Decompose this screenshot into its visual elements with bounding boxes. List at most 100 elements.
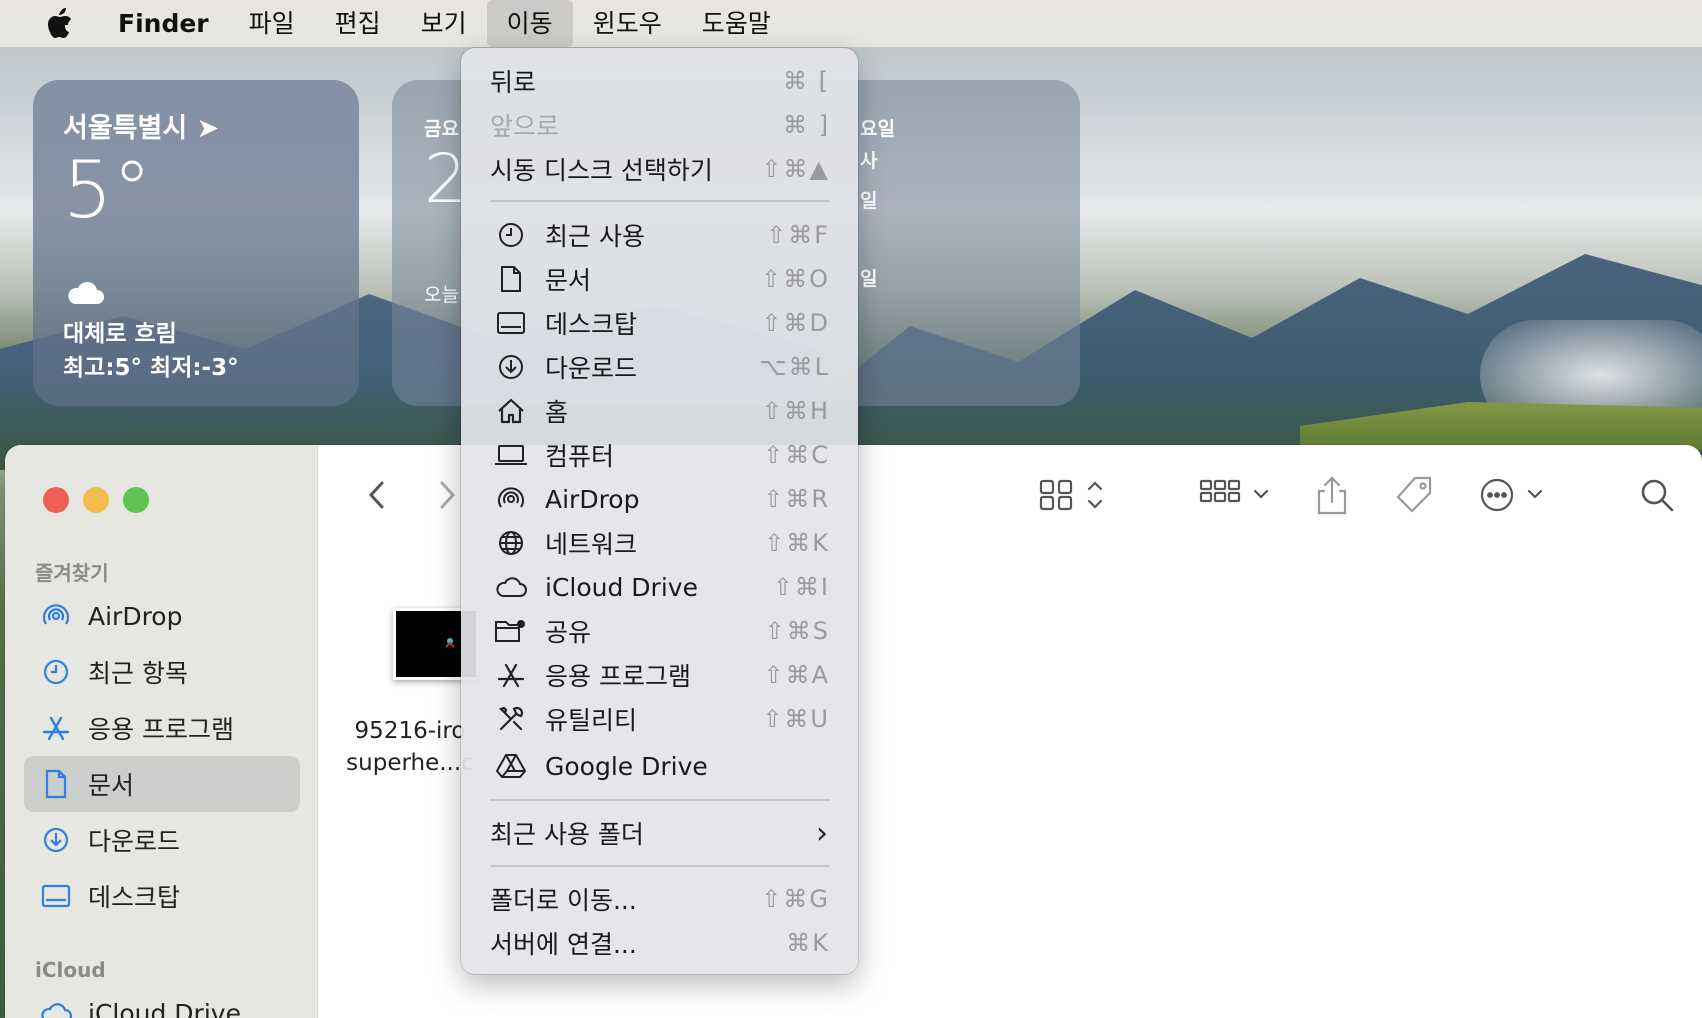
- menu-separator: [490, 799, 830, 801]
- desktop-icon: [36, 884, 76, 908]
- menu-item-label: Google Drive: [545, 751, 708, 781]
- menu-item-applications[interactable]: 응용 프로그램 ⇧⌘A: [461, 655, 858, 695]
- menu-item-forward[interactable]: 앞으로 ⌘ ]: [461, 105, 858, 145]
- sidebar-item-downloads[interactable]: 다운로드: [24, 812, 300, 868]
- sidebar-item-airdrop[interactable]: AirDrop: [24, 588, 300, 644]
- sidebar-item-desktop[interactable]: 데스크탑: [24, 868, 300, 924]
- menu-item-airdrop[interactable]: AirDrop ⇧⌘R: [461, 479, 858, 519]
- share-button[interactable]: [1310, 471, 1354, 519]
- menu-item-back[interactable]: 뒤로 ⌘ [: [461, 61, 858, 101]
- action-menu-button[interactable]: [1475, 473, 1555, 517]
- minimize-window-button[interactable]: [83, 487, 109, 513]
- sidebar-item-applications[interactable]: 응용 프로그램: [24, 700, 300, 756]
- menu-item-label: 최근 사용: [545, 222, 645, 251]
- sidebar-item-label: 데스크탑: [88, 883, 181, 912]
- menu-item-startup-disk[interactable]: 시동 디스크 선택하기 ⇧⌘▲: [461, 149, 858, 189]
- calendar-day: 금요: [424, 118, 459, 140]
- menu-item-label: 유틸리티: [545, 706, 638, 735]
- menu-item-shortcut: ⇧⌘O: [761, 265, 830, 293]
- menu-item-shortcut: ⇧⌘G: [761, 885, 830, 913]
- menu-item-shortcut: ⌘ ]: [783, 111, 830, 139]
- menu-file[interactable]: 파일: [229, 0, 315, 47]
- calendar-right-line3: 일: [860, 190, 878, 212]
- weather-widget[interactable]: 서울특별시 ➤ 5° 대체로 흐림 최고:5° 최저:-3°: [33, 80, 359, 406]
- menu-item-label: 서버에 연결...: [490, 930, 637, 959]
- clock-icon: [493, 217, 529, 253]
- menu-go[interactable]: 이동: [486, 0, 573, 47]
- airdrop-icon: [493, 481, 529, 517]
- menu-item-label: iCloud Drive: [545, 572, 698, 602]
- zoom-window-button[interactable]: [123, 487, 149, 513]
- menu-item-go-to-folder[interactable]: 폴더로 이동... ⇧⌘G: [461, 879, 858, 919]
- menu-item-google-drive[interactable]: Google Drive: [461, 746, 858, 786]
- back-button[interactable]: [357, 475, 397, 515]
- search-icon[interactable]: [1635, 473, 1679, 517]
- sidebar-item-icloud-drive[interactable]: iCloud Drive: [24, 985, 300, 1018]
- menu-item-shortcut: ⇧⌘D: [761, 309, 830, 337]
- menu-item-desktop[interactable]: 데스크탑 ⇧⌘D: [461, 303, 858, 343]
- google-drive-icon: [493, 748, 529, 784]
- sidebar-item-label: 다운로드: [88, 827, 181, 856]
- menu-item-label: AirDrop: [545, 484, 640, 514]
- menu-item-utilities[interactable]: 유틸리티 ⇧⌘U: [461, 699, 858, 739]
- menu-help[interactable]: 도움말: [682, 0, 791, 47]
- sidebar-icloud-header: iCloud: [35, 958, 106, 982]
- calendar-today: 오늘: [424, 284, 459, 306]
- menu-item-connect-server[interactable]: 서버에 연결... ⌘K: [461, 923, 858, 963]
- file-name[interactable]: 95216-iro superhe...c: [345, 715, 475, 779]
- cloud-icon: [65, 280, 105, 310]
- document-icon: [493, 261, 529, 297]
- cloud-icon: [36, 1002, 76, 1018]
- menu-item-shortcut: ⇧⌘U: [762, 705, 830, 733]
- menu-item-recents[interactable]: 최근 사용 ⇧⌘F: [461, 215, 858, 255]
- close-window-button[interactable]: [43, 487, 69, 513]
- menu-separator: [490, 200, 830, 202]
- menu-item-shortcut: ⇧⌘F: [766, 221, 830, 249]
- tools-icon: [493, 701, 529, 737]
- download-icon: [36, 826, 76, 854]
- sidebar-item-label: AirDrop: [88, 601, 183, 631]
- menu-window[interactable]: 윈도우: [573, 0, 682, 47]
- menu-item-recent-folders[interactable]: 최근 사용 폴더 ›: [461, 813, 858, 853]
- menu-finder[interactable]: Finder: [118, 0, 229, 47]
- weather-condition: 대체로 흐림: [63, 321, 177, 347]
- menu-item-label: 네트워크: [545, 530, 638, 559]
- menu-item-downloads[interactable]: 다운로드 ⌥⌘L: [461, 347, 858, 387]
- sidebar-item-recents[interactable]: 최근 항목: [24, 644, 300, 700]
- menu-item-shortcut: ⇧⌘A: [763, 661, 830, 689]
- apple-logo-icon[interactable]: [40, 7, 78, 39]
- file-name-line1: 95216-iro: [354, 718, 466, 744]
- calendar-right-line4: 일: [860, 268, 878, 290]
- menu-item-shared[interactable]: 공유 ⇧⌘S: [461, 611, 858, 651]
- document-icon: [36, 769, 76, 799]
- clock-icon: [36, 658, 76, 686]
- menu-item-shortcut: ⌥⌘L: [758, 353, 830, 381]
- menu-view[interactable]: 보기: [401, 0, 487, 47]
- download-icon: [493, 349, 529, 385]
- group-button[interactable]: [1195, 473, 1275, 517]
- menu-edit[interactable]: 편집: [315, 0, 401, 47]
- file-name-line2: superhe...c: [346, 750, 474, 776]
- menu-item-label: 폴더로 이동...: [490, 886, 637, 915]
- menu-item-label: 데스크탑: [545, 310, 638, 339]
- desktop-icon: [493, 305, 529, 341]
- menu-item-network[interactable]: 네트워크 ⇧⌘K: [461, 523, 858, 563]
- view-mode-button[interactable]: [1035, 473, 1115, 517]
- menu-item-home[interactable]: 홈 ⇧⌘H: [461, 391, 858, 431]
- menu-item-icloud-drive[interactable]: iCloud Drive ⇧⌘I: [461, 567, 858, 607]
- menu-item-label: 다운로드: [545, 354, 638, 383]
- weather-high-low: 최고:5° 최저:-3°: [63, 355, 239, 381]
- calendar-right-line2: 사: [860, 150, 878, 172]
- airdrop-icon: [36, 601, 76, 631]
- globe-icon: [493, 525, 529, 561]
- weather-city: 서울특별시 ➤: [63, 113, 220, 144]
- sidebar-item-documents[interactable]: 문서: [24, 756, 300, 812]
- menu-item-documents[interactable]: 문서 ⇧⌘O: [461, 259, 858, 299]
- menu-item-computer[interactable]: 컴퓨터 ⇧⌘C: [461, 435, 858, 475]
- tag-button[interactable]: [1390, 473, 1438, 517]
- calendar-right-day: 요일: [860, 118, 895, 140]
- chevron-right-icon: ›: [816, 815, 830, 851]
- sidebar-item-label: 응용 프로그램: [88, 715, 234, 744]
- menu-item-label: 공유: [545, 618, 592, 647]
- menu-item-shortcut: ⇧⌘K: [764, 529, 830, 557]
